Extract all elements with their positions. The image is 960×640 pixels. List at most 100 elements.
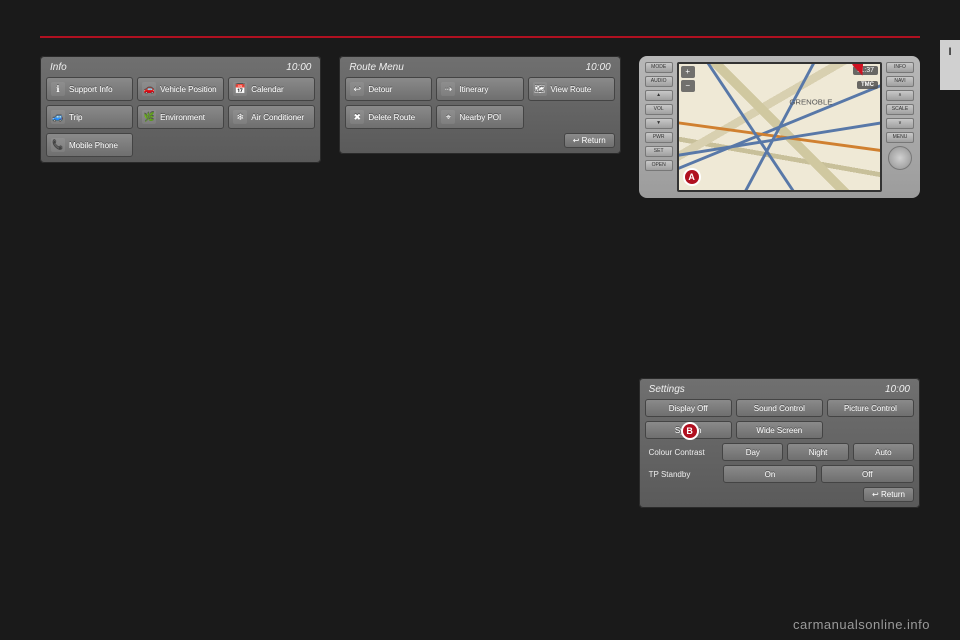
route-return-label: Return <box>582 136 606 145</box>
calendar-icon: 📅 <box>233 82 247 96</box>
nearby-poi-icon: ⌖ <box>441 110 455 124</box>
itinerary-label: Itinerary <box>459 85 488 94</box>
map-roads: GRENOBLE <box>679 64 880 190</box>
settings-panel-title: Settings <box>649 384 685 395</box>
support-info-label: Support Info <box>69 85 113 94</box>
marker-b: B <box>683 424 697 438</box>
device-left-btn-6[interactable]: SET <box>645 146 673 157</box>
air-conditioner-label: Air Conditioner <box>251 113 304 122</box>
device-right-btn-5[interactable]: MENU <box>886 132 914 143</box>
device-right-btn-4[interactable]: ∨ <box>886 118 914 129</box>
nearby-poi-button[interactable]: ⌖ Nearby POI <box>436 105 523 129</box>
view-route-label: View Route <box>551 85 592 94</box>
colour-contrast-night-button[interactable]: Night <box>787 443 848 461</box>
route-panel-title: Route Menu <box>349 62 403 73</box>
info-panel: Info 10:00 ℹ Support Info 🚗 Vehicle Positio… <box>40 56 321 163</box>
mobile-phone-button[interactable]: 📞 Mobile Phone <box>46 133 133 157</box>
nav-device: MODEAUDIO▲VOL▼PWRSETOPEN GRENOBLE 11 <box>639 56 920 198</box>
colour-contrast-day-button[interactable]: Day <box>722 443 783 461</box>
header-rule <box>40 36 920 38</box>
delete-route-label: Delete Route <box>368 113 415 122</box>
device-left-btn-4[interactable]: ▼ <box>645 118 673 129</box>
air-conditioner-icon: ❄ <box>233 110 247 124</box>
detour-button[interactable]: ↩ Detour <box>345 77 432 101</box>
itinerary-button[interactable]: ⇢ Itinerary <box>436 77 523 101</box>
picture-control-button[interactable]: Picture Control <box>827 399 914 417</box>
wide-screen-button[interactable]: Wide Screen <box>736 421 823 439</box>
device-left-btn-5[interactable]: PWR <box>645 132 673 143</box>
display-off-button[interactable]: Display Off <box>645 399 732 417</box>
delete-route-button[interactable]: ✖ Delete Route <box>345 105 432 129</box>
detour-label: Detour <box>368 85 392 94</box>
tp-standby-off-button[interactable]: Off <box>821 465 914 483</box>
column-middle: Route Menu 10:00 ↩ Detour ⇢ Itinerary 🗺 View … <box>339 56 620 508</box>
page-tab: I <box>940 40 960 90</box>
settings-return-label: Return <box>881 490 905 499</box>
air-conditioner-button[interactable]: ❄ Air Conditioner <box>228 105 315 129</box>
map-zoom-in-button[interactable]: + <box>681 66 695 78</box>
vehicle-position-icon: 🚗 <box>142 82 156 96</box>
device-left-btn-1[interactable]: AUDIO <box>645 76 673 87</box>
vehicle-position-label: Vehicle Position <box>160 85 216 94</box>
device-right-btn-3[interactable]: SCALE <box>886 104 914 115</box>
mobile-phone-icon: 📞 <box>51 138 65 152</box>
route-panel-clock: 10:00 <box>586 62 611 73</box>
device-left-buttons: MODE AUDIO ▲ VOL ▼ PWR SET OPEN <box>645 62 673 192</box>
settings-return-button[interactable]: ↩ Return <box>863 487 914 502</box>
column-right: MODEAUDIO▲VOL▼PWRSETOPEN GRENOBLE 11 <box>639 56 920 508</box>
environment-button[interactable]: 🌿 Environment <box>137 105 224 129</box>
environment-label: Environment <box>160 113 205 122</box>
marker-a: A <box>685 170 699 184</box>
map-tmc-badge: TMC <box>857 81 878 89</box>
view-route-icon: 🗺 <box>533 82 547 96</box>
device-left-btn-3[interactable]: VOL <box>645 104 673 115</box>
device-right-btn-1[interactable]: NAVI <box>886 76 914 87</box>
delete-route-icon: ✖ <box>350 110 364 124</box>
support-info-icon: ℹ <box>51 82 65 96</box>
support-info-button[interactable]: ℹ Support Info <box>46 77 133 101</box>
info-panel-title: Info <box>50 62 67 73</box>
settings-panel-wrap: Settings 10:00 Display OffSound ControlP… <box>639 378 920 508</box>
nearby-poi-label: Nearby POI <box>459 113 501 122</box>
calendar-button[interactable]: 📅 Calendar <box>228 77 315 101</box>
view-route-button[interactable]: 🗺 View Route <box>528 77 615 101</box>
device-left-btn-0[interactable]: MODE <box>645 62 673 73</box>
map-zoom-out-button[interactable]: − <box>681 80 695 92</box>
colour-contrast-label: Colour Contrast <box>645 448 719 457</box>
map-scale-controls: + − <box>681 66 695 92</box>
device-right-btn-2[interactable]: ∧ <box>886 90 914 101</box>
settings-row-1: Display OffSound ControlPicture Control <box>645 399 914 417</box>
tp-standby-row: TP Standby On Off <box>645 465 914 483</box>
colour-contrast-row: Colour Contrast Day Night Auto <box>645 443 914 461</box>
tp-standby-on-button[interactable]: On <box>723 465 816 483</box>
itinerary-icon: ⇢ <box>441 82 455 96</box>
tp-standby-label: TP Standby <box>645 470 720 479</box>
settings-panel: Settings 10:00 Display OffSound ControlP… <box>639 378 920 508</box>
vehicle-position-button[interactable]: 🚗 Vehicle Position <box>137 77 224 101</box>
route-return-button[interactable]: ↩ Return <box>564 133 615 148</box>
watermark: carmanualsonline.info <box>793 617 930 632</box>
mobile-phone-label: Mobile Phone <box>69 141 118 150</box>
content-area: Info 10:00 ℹ Support Info 🚗 Vehicle Positio… <box>40 56 920 630</box>
info-panel-clock: 10:00 <box>286 62 311 73</box>
page: I Info 10:00 ℹ Support Info 🚗 Vehicle Posit… <box>0 0 960 640</box>
colour-contrast-auto-button[interactable]: Auto <box>853 443 914 461</box>
device-left-btn-2[interactable]: ▲ <box>645 90 673 101</box>
settings-row2-spacer <box>827 421 914 439</box>
settings-panel-clock: 10:00 <box>885 384 910 395</box>
sound-control-button[interactable]: Sound Control <box>736 399 823 417</box>
detour-icon: ↩ <box>350 82 364 96</box>
device-screen[interactable]: GRENOBLE 11:37 TMC + − A <box>677 62 882 192</box>
route-button-grid: ↩ Detour ⇢ Itinerary 🗺 View Route ✖ Delete Rout… <box>345 77 614 129</box>
column-left: Info 10:00 ℹ Support Info 🚗 Vehicle Positio… <box>40 56 321 508</box>
info-button-grid: ℹ Support Info 🚗 Vehicle Position 📅 Calendar 🚙… <box>46 77 315 157</box>
device-left-btn-7[interactable]: OPEN <box>645 160 673 171</box>
trip-icon: 🚙 <box>51 110 65 124</box>
trip-button[interactable]: 🚙Trip <box>46 105 133 129</box>
device-right-buttons: INFO NAVI ∧ SCALE ∨ MENU <box>886 62 914 192</box>
device-right-btn-0[interactable]: INFO <box>886 62 914 73</box>
map-city-label: GRENOBLE <box>789 98 832 107</box>
environment-icon: 🌿 <box>142 110 156 124</box>
calendar-label: Calendar <box>251 85 283 94</box>
device-dial[interactable] <box>888 146 912 170</box>
